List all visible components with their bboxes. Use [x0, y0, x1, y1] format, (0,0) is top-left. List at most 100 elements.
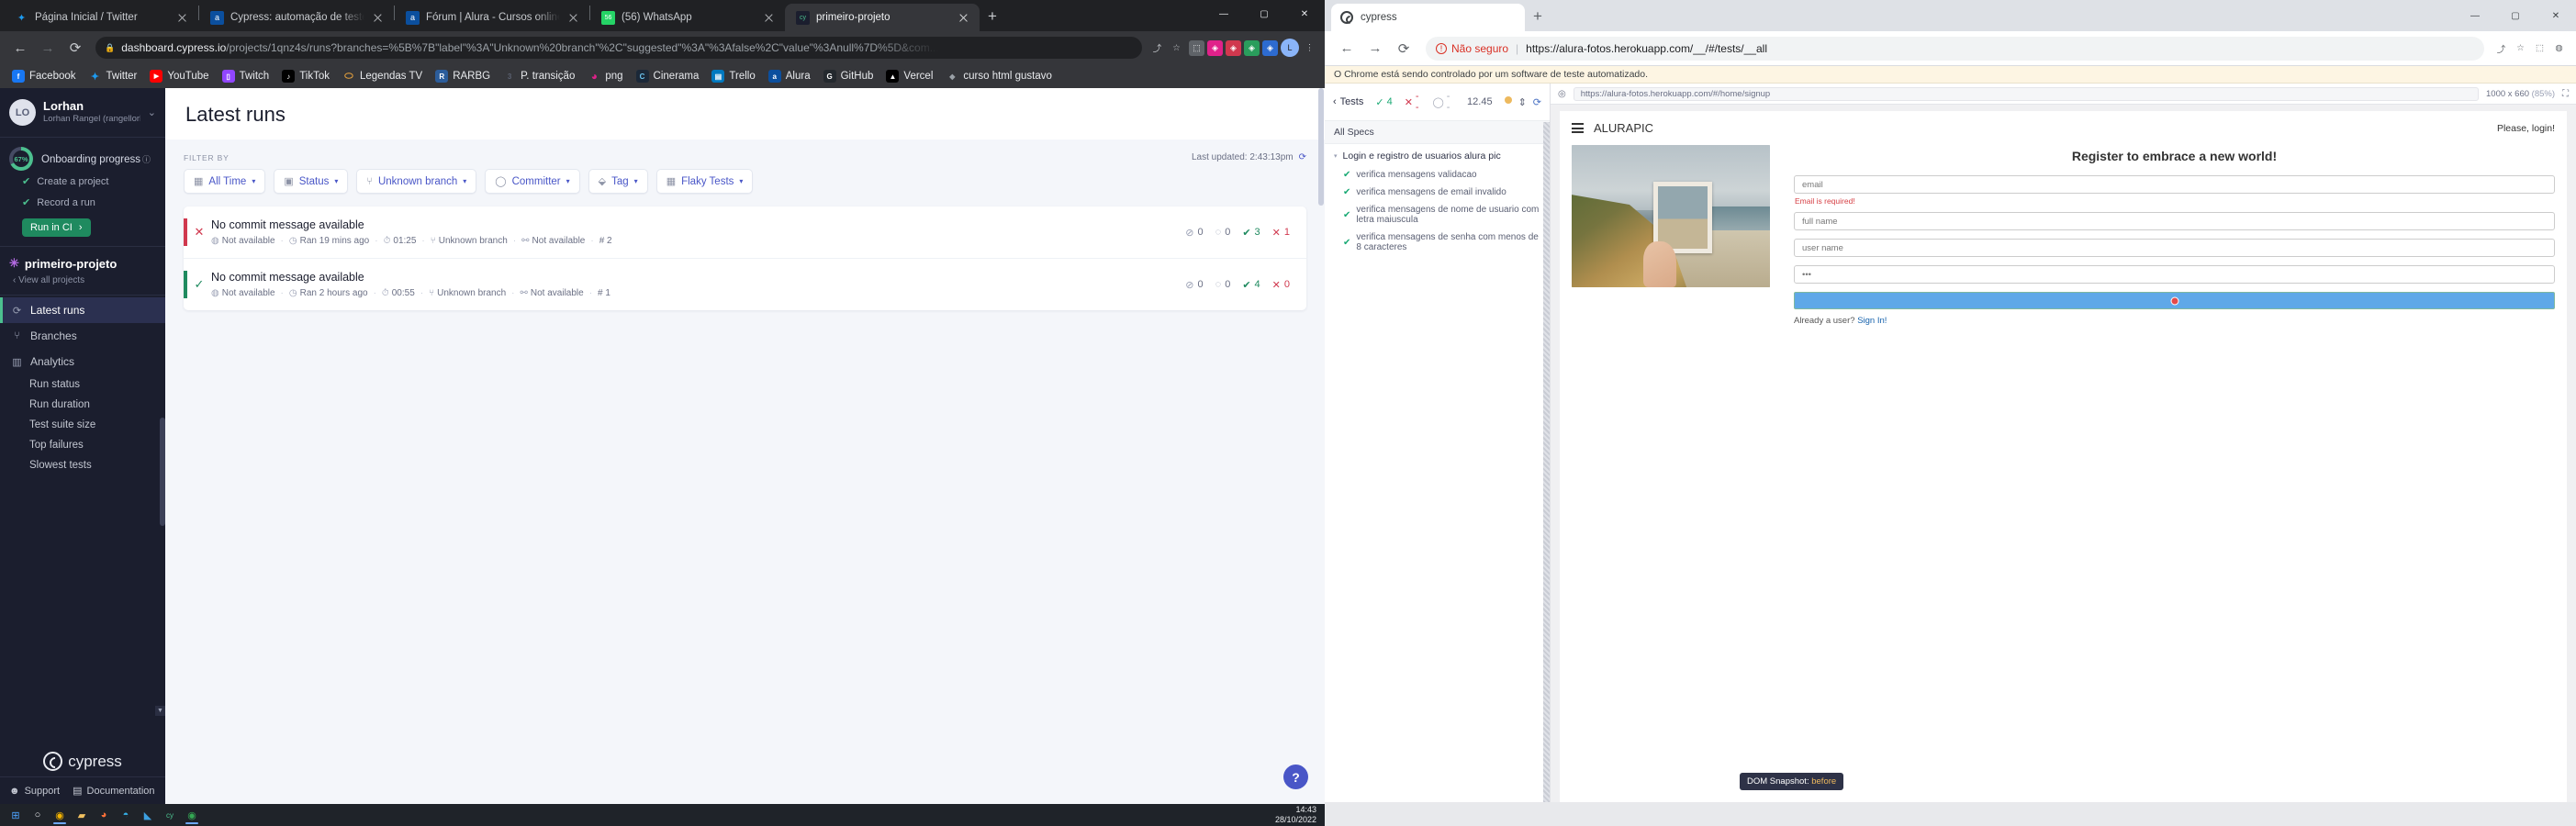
view-all-projects-link[interactable]: ‹ View all projects [9, 271, 156, 285]
close-icon[interactable] [566, 11, 580, 25]
expand-icon[interactable]: ⛶ [2562, 89, 2569, 99]
sidebar-item-branches[interactable]: ⑂ Branches [0, 323, 165, 349]
share-icon[interactable]: ⤴ [2493, 40, 2509, 56]
back-icon[interactable]: ← [7, 35, 33, 61]
browser-tab-2[interactable]: a Fórum | Alura - Cursos online de [395, 4, 589, 31]
folder-icon[interactable]: ▰ [72, 806, 92, 824]
please-login-link[interactable]: Please, login! [2497, 123, 2555, 134]
filter-tag[interactable]: ⬙ Tag ▾ [588, 169, 648, 194]
all-specs-label[interactable]: All Specs [1325, 121, 1550, 144]
vscode-icon[interactable]: ◣ [138, 806, 158, 824]
documentation-link[interactable]: ▤ Documentation [73, 785, 154, 798]
bookmark-twitch[interactable]: ▯ Twitch [217, 67, 275, 85]
maximize-button[interactable]: ▢ [2495, 2, 2536, 29]
download-icon[interactable]: ⇕ [1518, 96, 1527, 108]
star-icon[interactable]: ☆ [2513, 40, 2528, 56]
start-icon[interactable]: ⊞ [6, 806, 26, 824]
bookmark-youtube[interactable]: ▶ YouTube [144, 67, 214, 85]
help-button[interactable]: ? [1283, 765, 1308, 789]
new-tab-button[interactable]: + [980, 4, 1005, 29]
user-account-block[interactable]: LO Lorhan Lorhan Rangel (rangellorhan) ⌄ [0, 88, 165, 138]
profile-icon[interactable]: ◍ [2551, 40, 2567, 56]
puzzle-icon[interactable]: ⬚ [1189, 39, 1204, 56]
main-scrollbar[interactable] [1318, 88, 1324, 206]
specs-resize-handle[interactable] [1543, 122, 1550, 802]
firefox-icon[interactable]: ◕ [94, 806, 114, 824]
sidebar-item-test-suite-size[interactable]: Test suite size [0, 415, 165, 435]
email-field[interactable]: email [1794, 175, 2555, 194]
new-tab-button[interactable]: + [1525, 4, 1551, 29]
sidebar-item-analytics[interactable]: ▥ Analytics [0, 349, 165, 374]
bookmark-trello[interactable]: ▤ Trello [706, 67, 760, 85]
list-item[interactable]: ✔ verifica mensagens de nome de usuario c… [1325, 201, 1550, 229]
bookmark-curso-html[interactable]: ◆ curso html gustavo [940, 67, 1058, 85]
close-icon[interactable] [957, 11, 970, 25]
not-secure-warning[interactable]: ! Não seguro [1436, 42, 1508, 55]
refresh-icon[interactable]: ⟳ [1299, 152, 1306, 162]
blue-ext-icon[interactable]: ◈ [1262, 39, 1278, 56]
bookmark-twitter[interactable]: ✦ Twitter [84, 67, 143, 85]
close-window-button[interactable]: ✕ [1284, 0, 1325, 28]
filter-committer[interactable]: ◯ Committer ▾ [485, 169, 580, 194]
minimize-button[interactable]: — [2455, 2, 2495, 29]
filter-status[interactable]: ▣ Status ▾ [274, 169, 349, 194]
reload-icon[interactable]: ⟳ [1391, 36, 1417, 61]
bookmark-alura[interactable]: a Alura [763, 67, 816, 85]
profile-avatar[interactable]: L [1281, 39, 1299, 57]
close-icon[interactable] [371, 11, 385, 25]
scroll-down-arrow-icon[interactable]: ▼ [155, 706, 165, 716]
clock[interactable]: 14:43 28/10/2022 [1275, 805, 1325, 825]
filter-branch[interactable]: ⑂ Unknown branch ▾ [356, 169, 477, 194]
bookmark-rarbg[interactable]: R RARBG [430, 67, 496, 85]
list-item[interactable]: ✔ verifica mensagens de senha com menos d… [1325, 229, 1550, 256]
edge-icon[interactable]: ◓ [116, 806, 136, 824]
hamburger-menu-icon[interactable] [1572, 123, 1584, 133]
bookmark-cinerama[interactable]: C Cinerama [631, 67, 705, 85]
bookmark-legendastv[interactable]: ⬭ Legendas TV [337, 67, 428, 85]
list-item[interactable]: ✔ verifica mensagens validacao [1325, 166, 1550, 184]
back-icon[interactable]: ← [1334, 36, 1360, 61]
browser-tab-0[interactable]: ✦ Página Inicial / Twitter [4, 4, 198, 31]
sidebar-item-run-duration[interactable]: Run duration [0, 395, 165, 415]
close-icon[interactable] [762, 11, 776, 25]
star-icon[interactable]: ☆ [1169, 40, 1184, 56]
onboarding-item-record-run[interactable]: ✔ Record a run [9, 192, 156, 213]
username-field[interactable]: user name [1794, 239, 2555, 257]
sign-in-link[interactable]: Sign In! [1857, 316, 1887, 326]
browser-tab-3[interactable]: 56 (56) WhatsApp [590, 4, 785, 31]
search-icon[interactable]: ○ [28, 806, 48, 824]
orange-dot-icon[interactable] [1504, 95, 1512, 104]
chrome-menu-icon[interactable]: ⋮ [1302, 40, 1317, 56]
back-to-tests-button[interactable]: ‹ Tests [1333, 96, 1363, 107]
table-row[interactable]: ✕ No commit message available ◍ Not avail… [184, 206, 1306, 259]
close-icon[interactable] [175, 11, 189, 25]
register-button[interactable] [1794, 292, 2555, 309]
reload-icon[interactable]: ⟳ [62, 35, 88, 61]
forward-icon[interactable]: → [35, 35, 61, 61]
runner-address-bar[interactable]: ! Não seguro | https://alura-fotos.herok… [1426, 36, 2484, 61]
fullname-field[interactable]: full name [1794, 212, 2555, 230]
chrome2-icon[interactable]: ◉ [182, 806, 202, 824]
chevron-down-icon[interactable]: ⌄ [148, 106, 156, 118]
maximize-button[interactable]: ▢ [1244, 0, 1284, 28]
bookmark-tiktok[interactable]: ♪ TikTok [276, 67, 335, 85]
bookmark-png[interactable]: ◕ png [582, 67, 628, 85]
sidebar-item-slowest-tests[interactable]: Slowest tests [0, 455, 165, 475]
project-name-row[interactable]: ✳ primeiro-projeto [9, 256, 156, 271]
bookmark-github[interactable]: G GitHub [818, 67, 879, 85]
bookmark-facebook[interactable]: f Facebook [6, 67, 82, 85]
table-row[interactable]: ✓ No commit message available ◍ Not avail… [184, 259, 1306, 310]
onboarding-item-create-project[interactable]: ✔ Create a project [9, 171, 156, 192]
close-window-button[interactable]: ✕ [2536, 2, 2576, 29]
browser-tab-1[interactable]: a Cypress: automação de testes E2 [199, 4, 394, 31]
preview-url-field[interactable]: https://alura-fotos.herokuapp.com/#/home… [1573, 86, 2479, 101]
address-bar[interactable]: 🔒 dashboard.cypress.io/projects/1qnz4s/r… [95, 37, 1142, 59]
sidebar-item-latest-runs[interactable]: ⟳ Latest runs [0, 297, 165, 323]
reload-icon[interactable]: ⟳ [1533, 96, 1541, 108]
runner-tab-active[interactable]: cypress [1331, 4, 1525, 31]
list-item[interactable]: ✔ verifica mensagens de email invalido [1325, 184, 1550, 201]
puzzle-icon[interactable]: ⬚ [2532, 40, 2548, 56]
chrome-icon[interactable]: ◉ [50, 806, 70, 824]
share-icon[interactable]: ⤴ [1149, 40, 1165, 56]
green-ext-icon[interactable]: ◈ [1244, 39, 1260, 56]
